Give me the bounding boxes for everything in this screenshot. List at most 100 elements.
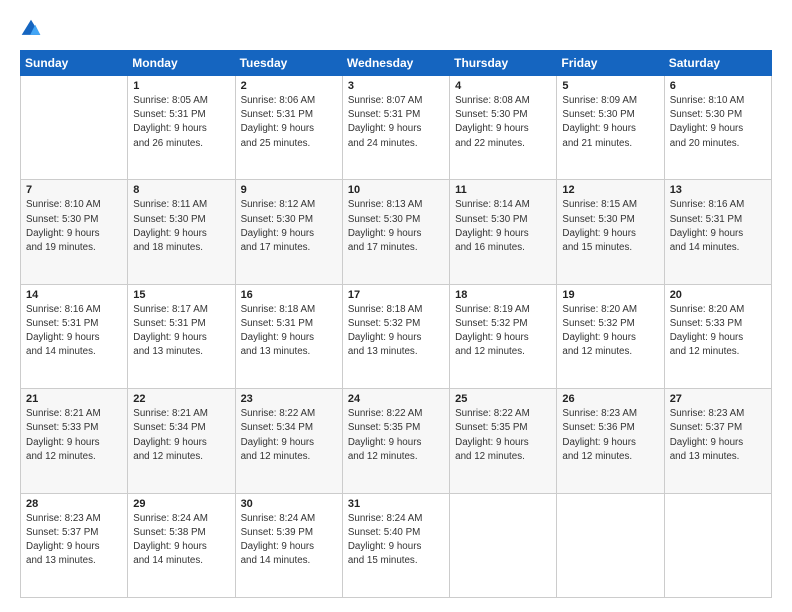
calendar-cell [557, 493, 664, 597]
day-info: Sunrise: 8:20 AMSunset: 5:33 PMDaylight:… [670, 303, 766, 360]
day-info: Sunrise: 8:06 AMSunset: 5:31 PMDaylight:… [241, 94, 337, 151]
day-number: 30 [241, 498, 337, 510]
day-number: 4 [455, 80, 551, 92]
calendar-cell: 8 Sunrise: 8:11 AMSunset: 5:30 PMDaylight… [128, 180, 235, 284]
day-number: 20 [670, 289, 766, 301]
day-info: Sunrise: 8:08 AMSunset: 5:30 PMDaylight:… [455, 94, 551, 151]
day-info: Sunrise: 8:24 AMSunset: 5:39 PMDaylight:… [241, 512, 337, 569]
calendar-cell: 2 Sunrise: 8:06 AMSunset: 5:31 PMDaylight… [235, 76, 342, 180]
day-info: Sunrise: 8:10 AMSunset: 5:30 PMDaylight:… [26, 198, 122, 255]
calendar-cell: 7 Sunrise: 8:10 AMSunset: 5:30 PMDaylight… [21, 180, 128, 284]
day-info: Sunrise: 8:19 AMSunset: 5:32 PMDaylight:… [455, 303, 551, 360]
calendar-cell: 28 Sunrise: 8:23 AMSunset: 5:37 PMDayligh… [21, 493, 128, 597]
day-number: 1 [133, 80, 229, 92]
day-info: Sunrise: 8:14 AMSunset: 5:30 PMDaylight:… [455, 198, 551, 255]
calendar-table: SundayMondayTuesdayWednesdayThursdayFrid… [20, 50, 772, 598]
day-number: 24 [348, 393, 444, 405]
logo [20, 18, 46, 40]
day-info: Sunrise: 8:07 AMSunset: 5:31 PMDaylight:… [348, 94, 444, 151]
day-info: Sunrise: 8:24 AMSunset: 5:38 PMDaylight:… [133, 512, 229, 569]
day-number: 6 [670, 80, 766, 92]
day-number: 29 [133, 498, 229, 510]
calendar-cell: 16Sunrise: 8:18 AMSunset: 5:31 PMDayligh… [235, 284, 342, 388]
day-info: Sunrise: 8:23 AMSunset: 5:37 PMDaylight:… [670, 407, 766, 464]
day-info: Sunrise: 8:11 AMSunset: 5:30 PMDaylight:… [133, 198, 229, 255]
header [20, 18, 772, 40]
calendar-cell: 27 Sunrise: 8:23 AMSunset: 5:37 PMDayligh… [664, 389, 771, 493]
day-info: Sunrise: 8:23 AMSunset: 5:36 PMDaylight:… [562, 407, 658, 464]
calendar-cell [664, 493, 771, 597]
day-info: Sunrise: 8:22 AMSunset: 5:35 PMDaylight:… [455, 407, 551, 464]
day-info: Sunrise: 8:22 AMSunset: 5:35 PMDaylight:… [348, 407, 444, 464]
day-number: 15 [133, 289, 229, 301]
calendar-cell: 31 Sunrise: 8:24 AMSunset: 5:40 PMDayligh… [342, 493, 449, 597]
calendar-cell: 14 Sunrise: 8:16 AMSunset: 5:31 PMDayligh… [21, 284, 128, 388]
calendar-cell: 11 Sunrise: 8:14 AMSunset: 5:30 PMDayligh… [450, 180, 557, 284]
calendar-cell: 5 Sunrise: 8:09 AMSunset: 5:30 PMDaylight… [557, 76, 664, 180]
day-number: 28 [26, 498, 122, 510]
calendar-cell: 1 Sunrise: 8:05 AMSunset: 5:31 PMDaylight… [128, 76, 235, 180]
day-number: 2 [241, 80, 337, 92]
day-info: Sunrise: 8:21 AMSunset: 5:33 PMDaylight:… [26, 407, 122, 464]
day-number: 12 [562, 184, 658, 196]
calendar-cell: 18 Sunrise: 8:19 AMSunset: 5:32 PMDayligh… [450, 284, 557, 388]
calendar-cell: 4 Sunrise: 8:08 AMSunset: 5:30 PMDaylight… [450, 76, 557, 180]
calendar-cell: 21 Sunrise: 8:21 AMSunset: 5:33 PMDayligh… [21, 389, 128, 493]
day-info: Sunrise: 8:09 AMSunset: 5:30 PMDaylight:… [562, 94, 658, 151]
day-info: Sunrise: 8:05 AMSunset: 5:31 PMDaylight:… [133, 94, 229, 151]
day-info: Sunrise: 8:20 AMSunset: 5:32 PMDaylight:… [562, 303, 658, 360]
day-info: Sunrise: 8:24 AMSunset: 5:40 PMDaylight:… [348, 512, 444, 569]
day-info: Sunrise: 8:21 AMSunset: 5:34 PMDaylight:… [133, 407, 229, 464]
calendar-cell: 29 Sunrise: 8:24 AMSunset: 5:38 PMDayligh… [128, 493, 235, 597]
day-number: 3 [348, 80, 444, 92]
day-number: 8 [133, 184, 229, 196]
day-number: 11 [455, 184, 551, 196]
calendar-cell [21, 76, 128, 180]
day-number: 21 [26, 393, 122, 405]
day-number: 22 [133, 393, 229, 405]
day-info: Sunrise: 8:10 AMSunset: 5:30 PMDaylight:… [670, 94, 766, 151]
calendar-cell: 23Sunrise: 8:22 AMSunset: 5:34 PMDayligh… [235, 389, 342, 493]
calendar-cell: 26 Sunrise: 8:23 AMSunset: 5:36 PMDayligh… [557, 389, 664, 493]
day-number: 17 [348, 289, 444, 301]
calendar-cell: 22 Sunrise: 8:21 AMSunset: 5:34 PMDayligh… [128, 389, 235, 493]
day-info: Sunrise: 8:15 AMSunset: 5:30 PMDaylight:… [562, 198, 658, 255]
weekday-header: Sunday [21, 51, 128, 76]
calendar-cell: 20 Sunrise: 8:20 AMSunset: 5:33 PMDayligh… [664, 284, 771, 388]
day-info: Sunrise: 8:23 AMSunset: 5:37 PMDaylight:… [26, 512, 122, 569]
day-number: 5 [562, 80, 658, 92]
day-number: 23 [241, 393, 337, 405]
calendar-cell: 19 Sunrise: 8:20 AMSunset: 5:32 PMDayligh… [557, 284, 664, 388]
logo-icon [20, 18, 42, 40]
day-number: 13 [670, 184, 766, 196]
calendar-cell: 25 Sunrise: 8:22 AMSunset: 5:35 PMDayligh… [450, 389, 557, 493]
day-info: Sunrise: 8:17 AMSunset: 5:31 PMDaylight:… [133, 303, 229, 360]
calendar-cell: 24 Sunrise: 8:22 AMSunset: 5:35 PMDayligh… [342, 389, 449, 493]
day-info: Sunrise: 8:16 AMSunset: 5:31 PMDaylight:… [26, 303, 122, 360]
day-number: 25 [455, 393, 551, 405]
day-number: 26 [562, 393, 658, 405]
day-number: 19 [562, 289, 658, 301]
calendar-cell: 17 Sunrise: 8:18 AMSunset: 5:32 PMDayligh… [342, 284, 449, 388]
calendar-cell: 15 Sunrise: 8:17 AMSunset: 5:31 PMDayligh… [128, 284, 235, 388]
calendar-cell: 10Sunrise: 8:13 AMSunset: 5:30 PMDayligh… [342, 180, 449, 284]
weekday-header: Tuesday [235, 51, 342, 76]
day-number: 14 [26, 289, 122, 301]
weekday-header: Friday [557, 51, 664, 76]
day-info: Sunrise: 8:18 AMSunset: 5:31 PMDaylight:… [241, 303, 337, 360]
day-number: 27 [670, 393, 766, 405]
day-number: 18 [455, 289, 551, 301]
calendar-cell: 30 Sunrise: 8:24 AMSunset: 5:39 PMDayligh… [235, 493, 342, 597]
day-info: Sunrise: 8:18 AMSunset: 5:32 PMDaylight:… [348, 303, 444, 360]
page: SundayMondayTuesdayWednesdayThursdayFrid… [0, 0, 792, 612]
calendar-cell: 9Sunrise: 8:12 AMSunset: 5:30 PMDaylight… [235, 180, 342, 284]
day-number: 7 [26, 184, 122, 196]
weekday-header: Saturday [664, 51, 771, 76]
day-info: Sunrise: 8:13 AMSunset: 5:30 PMDaylight:… [348, 198, 444, 255]
weekday-header: Wednesday [342, 51, 449, 76]
calendar-cell [450, 493, 557, 597]
calendar-cell: 3 Sunrise: 8:07 AMSunset: 5:31 PMDaylight… [342, 76, 449, 180]
day-info: Sunrise: 8:16 AMSunset: 5:31 PMDaylight:… [670, 198, 766, 255]
calendar-cell: 6 Sunrise: 8:10 AMSunset: 5:30 PMDaylight… [664, 76, 771, 180]
day-number: 31 [348, 498, 444, 510]
